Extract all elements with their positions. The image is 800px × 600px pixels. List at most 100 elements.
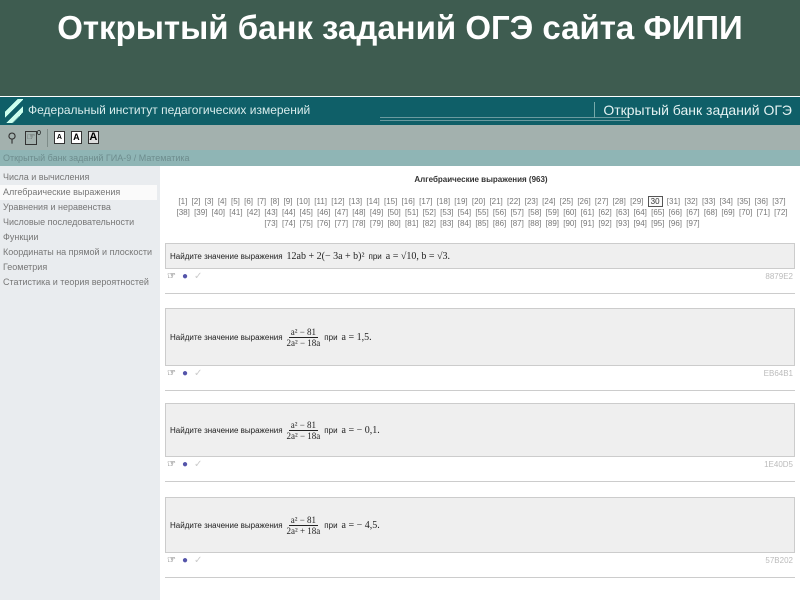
- page-link[interactable]: [90]: [563, 219, 576, 228]
- page-link[interactable]: [1]: [178, 197, 187, 206]
- page-link[interactable]: [82]: [423, 219, 436, 228]
- hand-icon[interactable]: ☞: [167, 459, 176, 470]
- page-link[interactable]: [59]: [546, 208, 559, 217]
- page-link[interactable]: [68]: [704, 208, 717, 217]
- page-link[interactable]: [17]: [419, 197, 432, 206]
- page-link[interactable]: [78]: [352, 219, 365, 228]
- page-link[interactable]: [7]: [257, 197, 266, 206]
- page-link[interactable]: [57]: [510, 208, 523, 217]
- page-link[interactable]: [74]: [282, 219, 295, 228]
- page-link[interactable]: [18]: [437, 197, 450, 206]
- page-link[interactable]: [53]: [440, 208, 453, 217]
- page-link[interactable]: 30: [647, 196, 663, 207]
- page-link[interactable]: [47]: [335, 208, 348, 217]
- page-link[interactable]: [72]: [774, 208, 787, 217]
- page-link[interactable]: [93]: [616, 219, 629, 228]
- page-link[interactable]: [13]: [349, 197, 362, 206]
- page-link[interactable]: [24]: [542, 197, 555, 206]
- page-link[interactable]: [70]: [739, 208, 752, 217]
- sidebar-item[interactable]: Геометрия: [0, 260, 157, 275]
- page-link[interactable]: [40]: [212, 208, 225, 217]
- sidebar-item[interactable]: Числа и вычисления: [0, 170, 157, 185]
- page-link[interactable]: [11]: [314, 197, 327, 206]
- page-link[interactable]: [84]: [458, 219, 471, 228]
- page-link[interactable]: [20]: [472, 197, 485, 206]
- font-medium-button[interactable]: A: [70, 131, 82, 144]
- page-link[interactable]: [96]: [669, 219, 682, 228]
- page-link[interactable]: [44]: [282, 208, 295, 217]
- page-link[interactable]: [71]: [757, 208, 770, 217]
- breadcrumb[interactable]: Открытый банк заданий ГИА-9 / Математика: [0, 150, 800, 166]
- page-link[interactable]: [35]: [737, 197, 750, 206]
- fipi-logo[interactable]: [5, 99, 23, 123]
- page-link[interactable]: [4]: [218, 197, 227, 206]
- page-link[interactable]: [39]: [194, 208, 207, 217]
- font-small-button[interactable]: A: [53, 131, 65, 144]
- sidebar-item[interactable]: Координаты на прямой и плоскости: [0, 245, 157, 260]
- page-link[interactable]: [61]: [581, 208, 594, 217]
- page-link[interactable]: [23]: [525, 197, 538, 206]
- check-icon[interactable]: ✓: [194, 459, 202, 470]
- page-link[interactable]: [65]: [651, 208, 664, 217]
- page-link[interactable]: [56]: [493, 208, 506, 217]
- page-link[interactable]: [49]: [370, 208, 383, 217]
- page-link[interactable]: [66]: [669, 208, 682, 217]
- check-icon[interactable]: ✓: [194, 555, 202, 566]
- sidebar-item[interactable]: Функции: [0, 230, 157, 245]
- page-link[interactable]: [43]: [264, 208, 277, 217]
- page-link[interactable]: [77]: [335, 219, 348, 228]
- page-link[interactable]: [22]: [507, 197, 520, 206]
- hand-icon[interactable]: ☞: [167, 555, 176, 566]
- page-link[interactable]: [97]: [686, 219, 699, 228]
- page-link[interactable]: [76]: [317, 219, 330, 228]
- check-icon[interactable]: ✓: [194, 271, 202, 282]
- sidebar-item[interactable]: Числовые последовательности: [0, 215, 157, 230]
- page-link[interactable]: [55]: [475, 208, 488, 217]
- page-link[interactable]: [15]: [384, 197, 397, 206]
- page-link[interactable]: [62]: [598, 208, 611, 217]
- page-link[interactable]: [33]: [702, 197, 715, 206]
- page-link[interactable]: [29]: [630, 197, 643, 206]
- add-to-cart-icon[interactable]: ●: [182, 555, 188, 566]
- font-large-button[interactable]: A: [87, 131, 99, 144]
- page-link[interactable]: [21]: [489, 197, 502, 206]
- page-link[interactable]: [26]: [577, 197, 590, 206]
- sidebar-item[interactable]: Алгебраические выражения: [0, 185, 157, 200]
- page-link[interactable]: [38]: [177, 208, 190, 217]
- page-link[interactable]: [37]: [772, 197, 785, 206]
- page-link[interactable]: [32]: [684, 197, 697, 206]
- hand-icon[interactable]: ☞: [167, 368, 176, 379]
- sidebar-item[interactable]: Статистика и теория вероятностей: [0, 275, 157, 290]
- page-link[interactable]: [36]: [755, 197, 768, 206]
- page-link[interactable]: [73]: [264, 219, 277, 228]
- page-link[interactable]: [2]: [192, 197, 201, 206]
- page-link[interactable]: [12]: [331, 197, 344, 206]
- page-link[interactable]: [10]: [297, 197, 310, 206]
- search-icon[interactable]: ⚲: [5, 130, 19, 146]
- page-link[interactable]: [14]: [366, 197, 379, 206]
- page-link[interactable]: [54]: [458, 208, 471, 217]
- page-link[interactable]: [75]: [300, 219, 313, 228]
- page-link[interactable]: [89]: [546, 219, 559, 228]
- page-link[interactable]: [86]: [493, 219, 506, 228]
- page-link[interactable]: [63]: [616, 208, 629, 217]
- page-link[interactable]: [42]: [247, 208, 260, 217]
- page-link[interactable]: [52]: [423, 208, 436, 217]
- add-to-cart-icon[interactable]: ●: [182, 271, 188, 282]
- page-link[interactable]: [83]: [440, 219, 453, 228]
- page-link[interactable]: [34]: [720, 197, 733, 206]
- page-link[interactable]: [31]: [667, 197, 680, 206]
- page-link[interactable]: [46]: [317, 208, 330, 217]
- page-link[interactable]: [48]: [352, 208, 365, 217]
- page-link[interactable]: [87]: [510, 219, 523, 228]
- page-link[interactable]: [85]: [475, 219, 488, 228]
- page-link[interactable]: [6]: [244, 197, 253, 206]
- page-link[interactable]: [51]: [405, 208, 418, 217]
- page-link[interactable]: [41]: [229, 208, 242, 217]
- page-link[interactable]: [58]: [528, 208, 541, 217]
- cart-icon[interactable]: ☞: [25, 130, 37, 145]
- page-link[interactable]: [50]: [387, 208, 400, 217]
- page-link[interactable]: [16]: [402, 197, 415, 206]
- page-link[interactable]: [81]: [405, 219, 418, 228]
- hand-icon[interactable]: ☞: [167, 271, 176, 282]
